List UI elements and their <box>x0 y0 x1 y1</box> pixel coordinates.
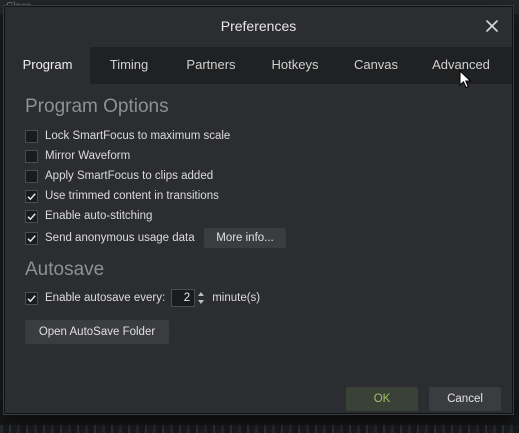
enable-autosave-label: Enable autosave every: <box>45 292 166 304</box>
tab-timing[interactable]: Timing <box>90 47 168 84</box>
program-options-heading: Program Options <box>25 96 169 117</box>
cancel-button[interactable]: Cancel <box>429 387 501 411</box>
option-label: Use trimmed content in transitions <box>45 190 219 202</box>
tab-hotkeys[interactable]: Hotkeys <box>254 47 336 84</box>
option-label: Mirror Waveform <box>45 150 131 162</box>
checkmark-icon <box>27 192 36 200</box>
autosave-heading: Autosave <box>25 259 105 280</box>
option-mirror-waveform: Mirror Waveform <box>25 147 130 165</box>
dialog-title: Preferences <box>220 18 297 34</box>
option-trimmed-content: Use trimmed content in transitions <box>25 187 219 205</box>
auto-stitching-checkbox[interactable] <box>25 209 38 223</box>
autosave-minutes-input[interactable]: 2 <box>171 289 196 307</box>
usage-data-checkbox[interactable] <box>25 231 38 245</box>
more-info-button[interactable]: More info... <box>204 228 286 248</box>
decrement-arrow-icon[interactable] <box>198 300 205 304</box>
autosave-row: Enable autosave every: 2 minute(s) <box>25 289 260 307</box>
tab-canvas[interactable]: Canvas <box>336 47 416 84</box>
preferences-dialog: Preferences Program Timing Partners Hotk… <box>4 6 513 414</box>
ok-button[interactable]: OK <box>346 387 418 411</box>
lock-smartfocus-checkbox[interactable] <box>25 129 38 143</box>
close-icon <box>486 20 498 32</box>
tab-program[interactable]: Program <box>5 47 90 84</box>
option-lock-smartfocus: Lock SmartFocus to maximum scale <box>25 127 230 145</box>
option-usage-data: Send anonymous usage data <box>25 229 195 247</box>
option-label: Send anonymous usage data <box>45 232 195 244</box>
trimmed-content-checkbox[interactable] <box>25 189 38 203</box>
mouse-pointer-icon <box>459 70 472 89</box>
stepper-arrows <box>197 289 206 307</box>
open-autosave-folder-button[interactable]: Open AutoSave Folder <box>25 320 169 344</box>
option-label: Lock SmartFocus to maximum scale <box>45 130 231 142</box>
increment-arrow-icon[interactable] <box>198 292 205 296</box>
option-apply-smartfocus: Apply SmartFocus to clips added <box>25 167 213 185</box>
autosave-minutes-stepper: 2 <box>171 289 206 307</box>
close-button[interactable] <box>482 16 502 36</box>
dialog-titlebar: Preferences <box>5 7 512 45</box>
tab-partners[interactable]: Partners <box>168 47 254 84</box>
checkmark-icon <box>27 212 36 220</box>
checkmark-icon <box>27 294 36 302</box>
tab-bar: Program Timing Partners Hotkeys Canvas A… <box>5 47 512 84</box>
minutes-unit-label: minute(s) <box>212 292 261 304</box>
apply-smartfocus-checkbox[interactable] <box>25 169 38 183</box>
checkmark-icon <box>27 234 36 242</box>
enable-autosave-checkbox[interactable] <box>25 291 38 305</box>
option-label: Apply SmartFocus to clips added <box>45 170 214 182</box>
background-timeline-strip <box>0 425 519 433</box>
option-label: Enable auto-stitching <box>45 210 153 222</box>
mirror-waveform-checkbox[interactable] <box>25 149 38 163</box>
option-auto-stitching: Enable auto-stitching <box>25 207 152 225</box>
